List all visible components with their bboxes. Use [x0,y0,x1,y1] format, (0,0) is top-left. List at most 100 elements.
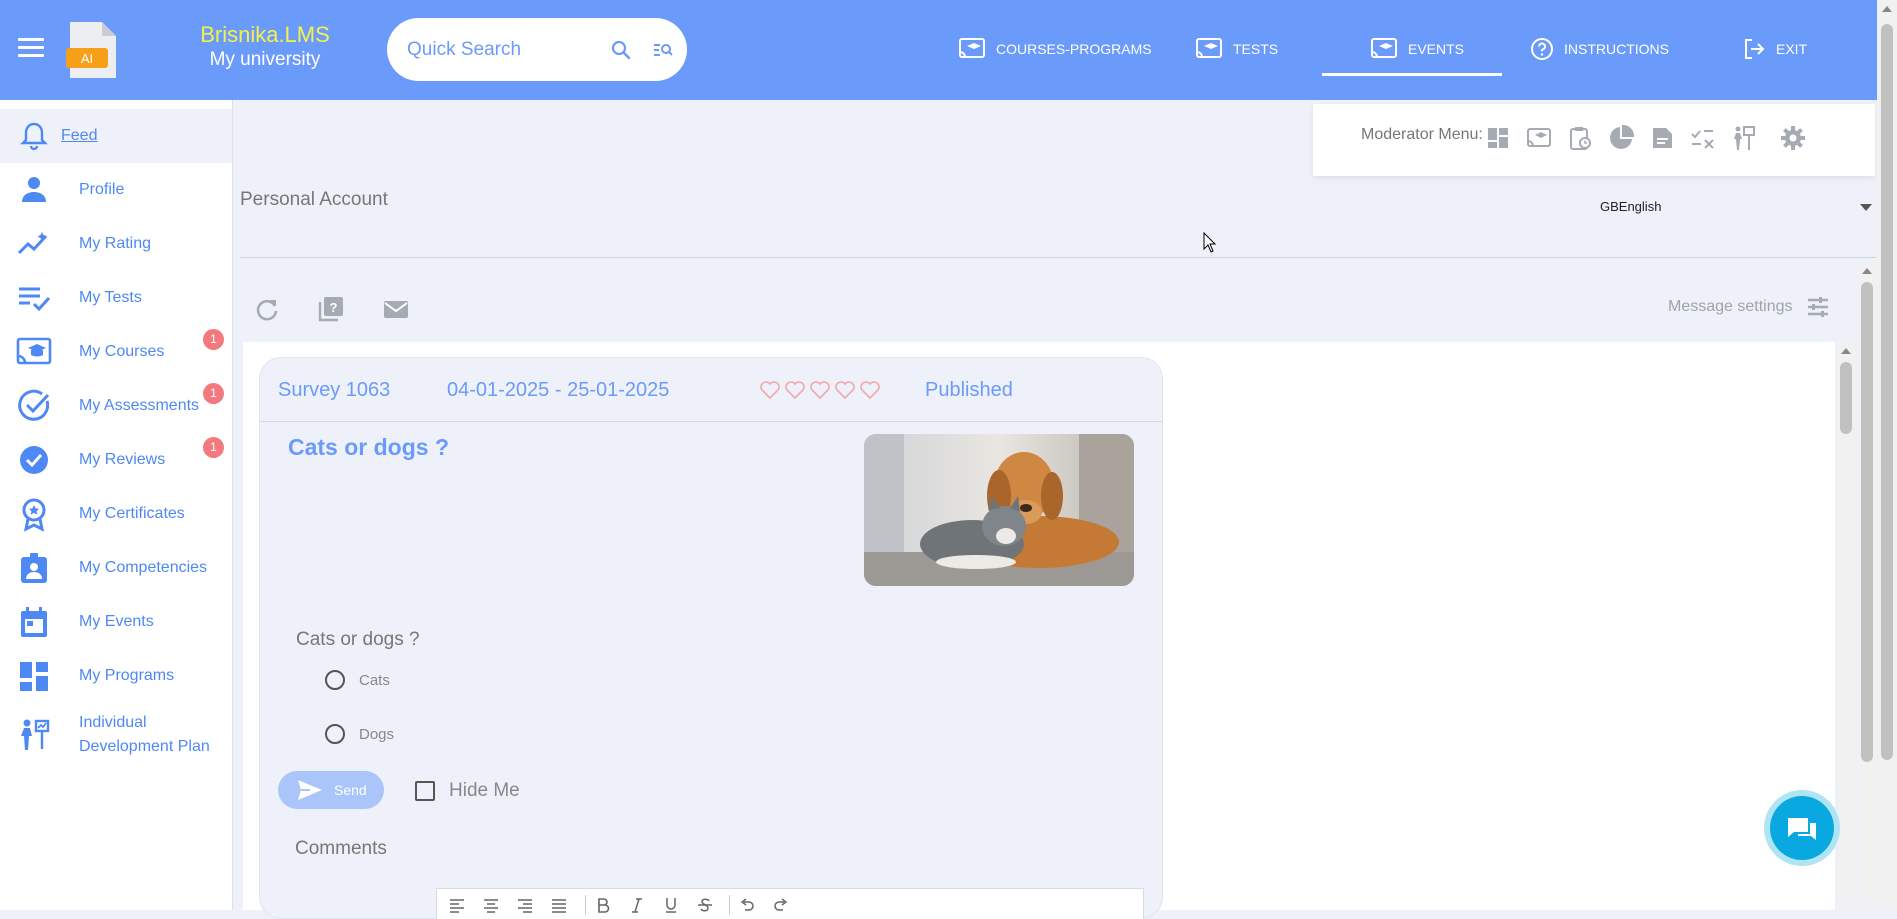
nav-label: EXIT [1776,41,1808,57]
redo-icon[interactable] [773,897,789,913]
message-settings-button[interactable]: Message settings [1668,294,1831,320]
sidebar-item-my-competencies[interactable]: My Competencies [0,541,232,595]
growth-plan-icon [21,719,50,750]
chat-button[interactable] [1764,790,1840,866]
align-justify-icon[interactable] [551,897,567,913]
mouse-cursor-icon [1203,232,1217,253]
sidebar-item-feed[interactable]: Feed [0,109,232,163]
brand-block[interactable]: Brisnika.LMS My university [190,22,340,72]
sidebar-item-label: My Certificates [79,505,185,522]
top-bar: AI Brisnika.LMS My university COURSES-PR… [0,0,1877,100]
option-label: Cats [359,671,390,689]
growth-plan-icon[interactable] [1730,124,1758,152]
underline-icon[interactable] [663,897,679,913]
cast-education-icon[interactable] [1525,124,1553,152]
badge-icon [21,553,47,583]
italic-icon[interactable] [629,897,645,913]
sidebar-item-label: Individual Development Plan [79,714,210,755]
send-button[interactable]: Send [278,771,384,809]
refresh-icon[interactable] [252,294,282,324]
gear-icon[interactable] [1779,124,1807,152]
align-center-icon[interactable] [483,897,499,913]
cast-education-icon [1196,38,1222,58]
survey-name[interactable]: Survey 1063 [278,379,390,402]
option-dogs[interactable]: Dogs [325,724,394,744]
comments-label: Comments [295,838,387,859]
nav-active-indicator [1322,73,1502,76]
quick-search-input[interactable] [405,36,609,64]
sidebar-item-my-reviews[interactable]: My Reviews 1 [0,433,232,487]
nav-courses-programs[interactable]: COURSES-PROGRAMS [958,36,1152,62]
sidebar-item-label: My Programs [79,667,175,684]
hide-me-checkbox[interactable]: Hide Me [415,780,520,802]
nav-exit[interactable]: EXIT [1742,36,1807,62]
dashboard-icon[interactable] [1484,124,1512,152]
question-library-icon[interactable]: ? [316,294,346,324]
heart-icon[interactable] [859,380,881,400]
sidebar-item-my-certificates[interactable]: My Certificates [0,487,232,541]
nav-events[interactable]: EVENTS [1370,36,1464,62]
calendar-icon [21,607,47,637]
sidebar-item-individual-development-plan[interactable]: Individual Development Plan [0,703,232,767]
sidebar-item-my-events[interactable]: My Events [0,595,232,649]
pie-chart-icon[interactable] [1607,124,1635,152]
checkbox[interactable] [415,781,435,801]
document-icon[interactable] [1648,124,1676,152]
divider [240,257,1876,258]
rule-icon[interactable] [1689,124,1717,152]
heart-icon[interactable] [834,380,856,400]
clipboard-clock-icon[interactable] [1566,124,1594,152]
cat-and-dog-photo [864,434,1134,586]
scrollbar-thumb[interactable] [1881,24,1893,760]
bold-icon[interactable] [595,897,611,913]
scroll-up-arrow-icon[interactable] [1862,268,1872,274]
sidebar-item-my-programs[interactable]: My Programs [0,649,232,703]
heart-icon[interactable] [759,380,781,400]
email-icon[interactable] [381,294,411,324]
survey-card-header: Survey 1063 04-01-2025 - 25-01-2025 Publ… [260,358,1162,422]
sidebar-item-my-tests[interactable]: My Tests [0,271,232,325]
person-icon [22,177,46,202]
cast-education-icon [16,337,52,365]
sidebar-item-my-rating[interactable]: My Rating [0,217,232,271]
advanced-search-icon[interactable] [651,38,675,62]
scroll-up-arrow-icon[interactable] [1882,6,1892,12]
sidebar-item-profile[interactable]: Profile [0,163,232,217]
panel-scrollbar[interactable] [1858,262,1876,910]
sidebar-item-my-assessments[interactable]: My Assessments 1 [0,379,232,433]
nav-instructions[interactable]: INSTRUCTIONS [1530,36,1669,62]
option-cats[interactable]: Cats [325,670,390,690]
notification-badge: 1 [203,437,224,458]
chevron-down-icon [1860,204,1872,211]
checklist-icon [19,287,51,312]
language-select[interactable]: GBEnglish [1600,196,1872,218]
scroll-up-arrow-icon[interactable] [1841,348,1851,354]
hamburger-menu-icon[interactable] [18,38,44,60]
heart-icon[interactable] [784,380,806,400]
scrollbar-thumb[interactable] [1840,362,1852,434]
rating-hearts[interactable] [759,380,881,400]
strikethrough-icon[interactable] [697,897,713,913]
scrollbar-thumb[interactable] [1861,282,1873,762]
sidebar-item-label: My Competencies [79,559,208,576]
brand-name: Brisnika.LMS [200,22,330,47]
sidebar-item-my-courses[interactable]: My Courses 1 [0,325,232,379]
nav-tests[interactable]: TESTS [1195,36,1278,62]
undo-icon[interactable] [739,897,755,913]
align-right-icon[interactable] [517,897,533,913]
radio-button[interactable] [325,724,345,744]
window-scrollbar[interactable] [1877,0,1897,910]
search-icon[interactable] [609,38,633,62]
send-icon [298,780,322,800]
sidebar-item-label: Profile [79,181,125,198]
align-left-icon[interactable] [449,897,465,913]
heart-icon[interactable] [809,380,831,400]
survey-date-range: 04-01-2025 - 25-01-2025 [447,379,670,401]
message-settings-label: Message settings [1668,298,1793,315]
award-icon [22,498,46,532]
option-label: Dogs [359,725,395,743]
check-circle-icon [18,389,50,421]
radio-button[interactable] [325,670,345,690]
sidebar-item-label: My Rating [79,235,152,252]
sidebar-item-label: My Assessments [79,397,200,414]
